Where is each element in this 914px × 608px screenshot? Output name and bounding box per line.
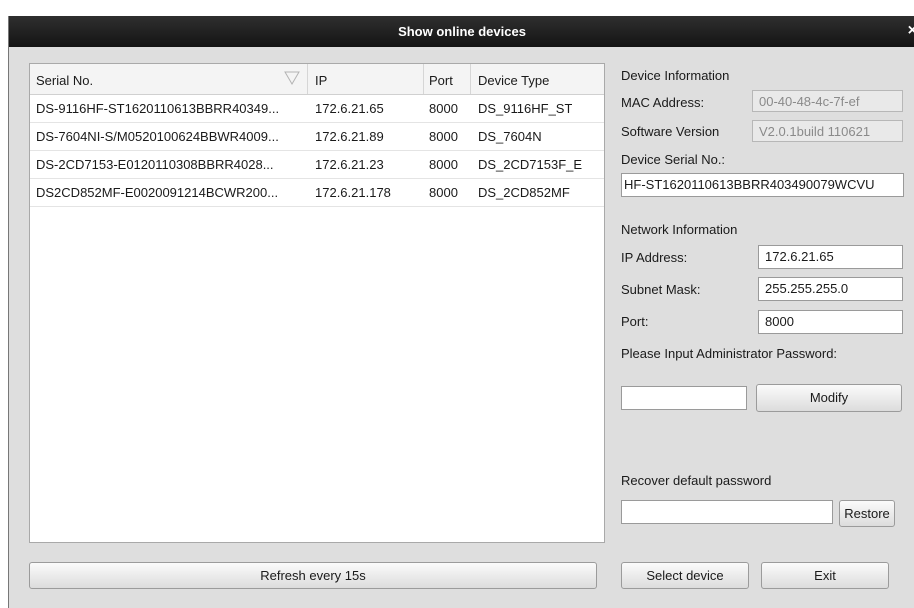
cell-ip: 172.6.21.23	[315, 157, 384, 172]
column-header-serial[interactable]: Serial No.	[36, 73, 93, 88]
software-version-label: Software Version	[621, 124, 720, 139]
column-divider	[307, 64, 308, 94]
table-row[interactable]: DS2CD852MF-E0020091214BCWR200... 172.6.2…	[30, 179, 604, 207]
port-input[interactable]: 8000	[758, 310, 903, 334]
cell-device-type: DS_2CD852MF	[478, 185, 570, 200]
cell-serial: DS-2CD7153-E0120110308BBRR4028...	[36, 157, 274, 172]
cell-port: 8000	[429, 185, 458, 200]
table-row[interactable]: DS-7604NI-S/M0520100624BBWR4009... 172.6…	[30, 123, 604, 151]
admin-password-input[interactable]	[621, 386, 747, 410]
mac-address-field: 00-40-48-4c-7f-ef	[752, 90, 903, 112]
cell-device-type: DS_2CD7153F_E	[478, 157, 583, 172]
online-devices-dialog: Show online devices × Serial No. IP Port…	[8, 16, 914, 608]
column-divider	[470, 64, 471, 94]
admin-password-prompt: Please Input Administrator Password:	[621, 346, 838, 361]
sort-triangle-icon[interactable]	[283, 69, 301, 87]
column-header-port[interactable]: Port	[429, 73, 453, 88]
network-information-heading: Network Information	[621, 222, 738, 237]
column-header-ip[interactable]: IP	[315, 73, 327, 88]
dialog-title: Show online devices	[398, 24, 526, 39]
mac-address-label: MAC Address:	[621, 95, 705, 110]
subnet-mask-input[interactable]: 255.255.255.0	[758, 277, 903, 301]
column-divider	[423, 64, 424, 94]
device-serial-label: Device Serial No.:	[621, 152, 726, 167]
title-bar: Show online devices ×	[9, 16, 914, 47]
port-label: Port:	[621, 314, 649, 329]
cell-port: 8000	[429, 157, 458, 172]
cell-device-type: DS_9116HF_ST	[478, 101, 573, 116]
ip-address-label: IP Address:	[621, 250, 688, 265]
recover-password-label: Recover default password	[621, 473, 772, 488]
software-version-field: V2.0.1build 110621	[752, 120, 903, 142]
cell-port: 8000	[429, 101, 458, 116]
table-row[interactable]: DS-9116HF-ST1620110613BBRR40349... 172.6…	[30, 95, 604, 123]
device-table: Serial No. IP Port Device Type DS-9116HF…	[29, 63, 605, 543]
cell-serial: DS2CD852MF-E0020091214BCWR200...	[36, 185, 279, 200]
cell-serial: DS-9116HF-ST1620110613BBRR40349...	[36, 101, 280, 116]
table-row[interactable]: DS-2CD7153-E0120110308BBRR4028... 172.6.…	[30, 151, 604, 179]
cell-serial: DS-7604NI-S/M0520100624BBWR4009...	[36, 129, 279, 144]
cell-ip: 172.6.21.178	[315, 185, 391, 200]
exit-button[interactable]: Exit	[761, 562, 889, 589]
close-icon[interactable]: ×	[908, 22, 914, 40]
table-header: Serial No. IP Port Device Type	[30, 64, 604, 95]
select-device-button[interactable]: Select device	[621, 562, 749, 589]
device-serial-field[interactable]: HF-ST1620110613BBRR403490079WCVU	[621, 173, 904, 197]
subnet-mask-label: Subnet Mask:	[621, 282, 701, 297]
cell-ip: 172.6.21.65	[315, 101, 384, 116]
cell-ip: 172.6.21.89	[315, 129, 384, 144]
restore-button[interactable]: Restore	[839, 500, 895, 527]
recover-password-input[interactable]	[621, 500, 833, 524]
column-header-device-type[interactable]: Device Type	[478, 73, 549, 88]
device-information-heading: Device Information	[621, 68, 730, 83]
cell-device-type: DS_7604N	[478, 129, 542, 144]
cell-port: 8000	[429, 129, 458, 144]
refresh-button[interactable]: Refresh every 15s	[29, 562, 597, 589]
modify-button[interactable]: Modify	[756, 384, 902, 412]
ip-address-input[interactable]: 172.6.21.65	[758, 245, 903, 269]
